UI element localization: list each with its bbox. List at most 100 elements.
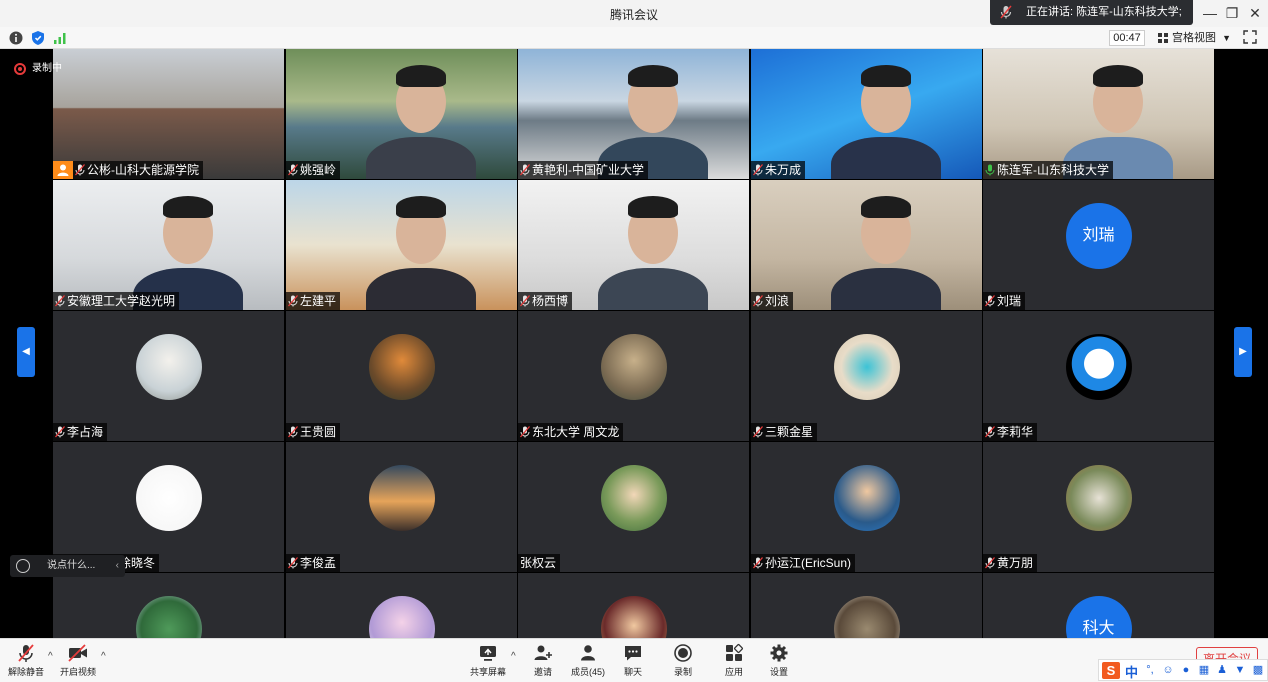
menu-grid-icon[interactable]: ▩: [1251, 663, 1265, 677]
view-mode-dropdown[interactable]: 宫格视图 ▼: [1154, 29, 1234, 47]
participant-tile[interactable]: 陈连军-山东科技大学: [983, 49, 1214, 179]
participant-tile[interactable]: [286, 573, 517, 638]
voice-icon[interactable]: ●: [1179, 663, 1193, 677]
emoji-icon[interactable]: [16, 559, 30, 573]
participant-tile[interactable]: 李占海: [53, 311, 284, 441]
participant-tile[interactable]: 黄艳利-中国矿业大学: [518, 49, 749, 179]
participant-tile[interactable]: [518, 573, 749, 638]
participant-tile[interactable]: [751, 573, 982, 638]
video-feed: [751, 49, 982, 179]
mic-muted-icon: [520, 295, 530, 307]
person-hair: [628, 196, 678, 218]
info-icon[interactable]: [8, 30, 24, 46]
profile-avatar: [833, 334, 900, 400]
participant-tile[interactable]: 朱万成: [751, 49, 982, 179]
mic-muted-icon: [520, 426, 530, 438]
participant-tile[interactable]: 黄万朋: [983, 442, 1214, 572]
fullscreen-icon[interactable]: [1243, 30, 1257, 44]
share-options-caret[interactable]: ^: [511, 651, 516, 662]
participant-name-label: 东北大学 周文龙: [518, 423, 624, 441]
skin-icon[interactable]: ♟: [1215, 663, 1229, 677]
restore-button[interactable]: ❐: [1221, 4, 1243, 22]
mic-muted-icon: [753, 557, 763, 569]
participant-tile[interactable]: 杨西博: [518, 180, 749, 310]
participant-name-label: 李俊孟: [286, 554, 341, 572]
ime-toolbar: S 中 °, ☺ ● ▦ ♟ ▼ ▩: [1098, 659, 1268, 681]
participant-tile[interactable]: 张权云: [518, 442, 749, 572]
ime-mode-indicator[interactable]: 中: [1125, 662, 1138, 681]
participant-tile[interactable]: 安徽理工大学赵光明: [53, 180, 284, 310]
sogou-logo-icon[interactable]: S: [1102, 662, 1120, 679]
close-button[interactable]: ✕: [1244, 4, 1266, 22]
members-label: 成员(45): [570, 667, 605, 677]
next-page-button[interactable]: ▶: [1234, 327, 1252, 377]
video-options-caret[interactable]: ^: [101, 651, 106, 662]
participant-name: 杨西博: [532, 294, 569, 308]
participant-name: 刘浪: [765, 294, 790, 308]
participant-name-label: 黄艳利-中国矿业大学: [518, 161, 648, 179]
participant-tile[interactable]: 刘浪: [751, 180, 982, 310]
mic-muted-icon: [55, 295, 65, 307]
participant-name: 姚强岭: [300, 163, 337, 177]
profile-avatar: [833, 465, 900, 531]
apps-icon: [726, 644, 743, 661]
share-screen-label: 共享屏幕: [469, 667, 506, 677]
participant-name-label: 朱万成: [751, 161, 806, 179]
participant-name: 安徽理工大学赵光明: [67, 294, 176, 308]
profile-avatar: [600, 334, 667, 400]
audio-options-caret[interactable]: ^: [48, 651, 53, 662]
unmute-button[interactable]: 解除静音: [1, 643, 51, 681]
video-feed: [518, 49, 749, 179]
participant-name: 李莉华: [997, 425, 1034, 439]
unmute-label: 解除静音: [7, 667, 44, 677]
invite-icon: [534, 645, 552, 660]
profile-avatar: [600, 465, 667, 531]
participant-tile[interactable]: 科大科大: [983, 573, 1214, 638]
settings-button[interactable]: 设置: [754, 643, 804, 681]
punctuation-icon[interactable]: °,: [1143, 663, 1157, 677]
chat-input[interactable]: 说点什么... ‹: [10, 555, 125, 577]
members-button[interactable]: 成员(45): [563, 643, 613, 681]
participant-tile[interactable]: 东北大学 周文龙: [518, 311, 749, 441]
person-hair: [628, 65, 678, 87]
invite-label: 邀请: [533, 667, 552, 677]
participant-tile[interactable]: 左建平: [286, 180, 517, 310]
participant-tile[interactable]: 姚强岭: [286, 49, 517, 179]
participant-tile[interactable]: 刘瑞 刘瑞: [983, 180, 1214, 310]
participant-tile[interactable]: 三颗金星: [751, 311, 982, 441]
participant-tile[interactable]: 公彬-山科大能源学院: [53, 49, 284, 179]
video-feed: [53, 49, 284, 179]
participant-tile[interactable]: [53, 573, 284, 638]
share-screen-button[interactable]: 共享屏幕: [463, 643, 513, 681]
profile-avatar: [1065, 334, 1132, 400]
minimize-button[interactable]: —: [1199, 4, 1221, 22]
participant-name: 陈连军-山东科技大学: [997, 163, 1109, 177]
chevron-left-icon[interactable]: ‹: [116, 555, 119, 577]
participant-name-label: 陈连军-山东科技大学: [983, 161, 1113, 179]
shield-icon[interactable]: [30, 30, 46, 46]
chat-button[interactable]: 聊天: [608, 643, 658, 681]
start-video-button[interactable]: 开启视频: [53, 643, 103, 681]
signal-icon[interactable]: [52, 30, 68, 46]
mic-muted-icon: [985, 426, 995, 438]
recording-label: 录制中: [32, 63, 62, 74]
keyboard-icon[interactable]: ▦: [1197, 663, 1211, 677]
participant-tile[interactable]: 王贵圆: [286, 311, 517, 441]
mic-muted-icon: [288, 164, 298, 176]
person-silhouette: [598, 268, 708, 310]
participant-tile[interactable]: 李莉华: [983, 311, 1214, 441]
shirt-icon[interactable]: ▼: [1233, 663, 1247, 677]
person-hair: [861, 65, 911, 87]
prev-page-button[interactable]: ◀: [17, 327, 35, 377]
record-button[interactable]: 录制: [658, 643, 708, 681]
participant-tile[interactable]: 李俊孟: [286, 442, 517, 572]
apps-button[interactable]: 应用: [709, 643, 759, 681]
participant-name-label: 杨西博: [518, 292, 573, 310]
settings-label: 设置: [769, 667, 788, 677]
video-stage: 录制中 ◀ ▶ 公彬-山科大能源学院 姚强岭 黄艳利-中国矿业大学 朱万成 陈连军-山东…: [0, 49, 1268, 638]
grid-view-icon: [1158, 33, 1168, 43]
emoji-icon[interactable]: ☺: [1161, 663, 1175, 677]
invite-button[interactable]: 邀请: [518, 643, 568, 681]
participant-tile[interactable]: 东北大学-徐晓冬: [53, 442, 284, 572]
participant-tile[interactable]: 孙运江(EricSun): [751, 442, 982, 572]
